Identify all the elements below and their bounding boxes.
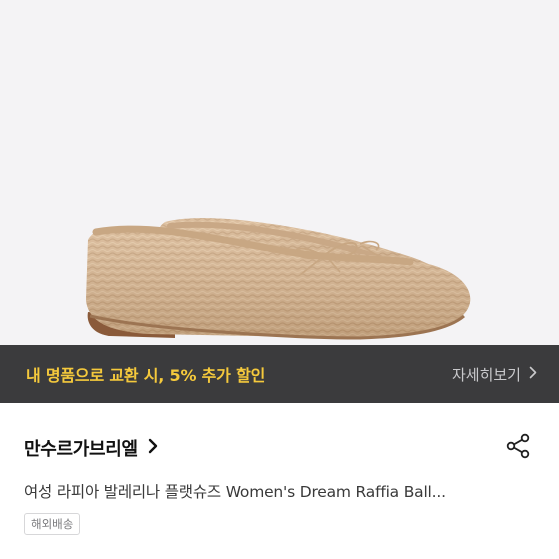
product-title: 여성 라피아 발레리나 플랫슈즈 Women's Dream Raffia Ba… bbox=[24, 483, 446, 501]
product-image[interactable] bbox=[0, 0, 559, 345]
promo-detail-label: 자세히보기 bbox=[451, 365, 521, 384]
brand-link[interactable]: 만수르가브리엘 bbox=[24, 435, 158, 461]
chevron-right-icon bbox=[148, 438, 158, 458]
shoe-illustration bbox=[86, 218, 471, 340]
promo-banner[interactable]: 내 명품으로 교환 시, 5% 추가 할인 자세히보기 bbox=[0, 345, 559, 403]
brand-name: 만수르가브리엘 bbox=[24, 439, 138, 460]
promo-detail-link[interactable]: 자세히보기 bbox=[452, 364, 537, 385]
chevron-right-icon bbox=[529, 365, 537, 383]
share-icon bbox=[505, 433, 531, 463]
share-button[interactable] bbox=[503, 433, 533, 463]
promo-text: 내 명품으로 교환 시, 5% 추가 할인 bbox=[26, 366, 266, 385]
brand-row: 만수르가브리엘 bbox=[0, 428, 559, 468]
shipping-badge: 해외배송 bbox=[24, 513, 81, 535]
